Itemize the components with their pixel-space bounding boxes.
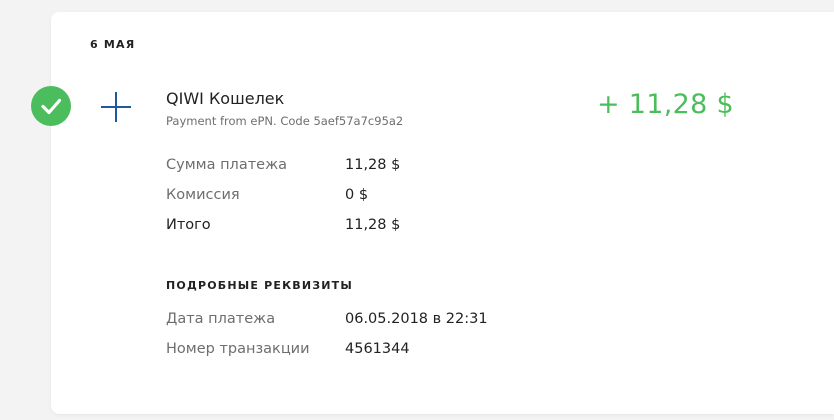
summary-value: 11,28 $ [345, 157, 401, 173]
success-status-badge [31, 86, 71, 126]
plus-icon [101, 92, 131, 122]
details-value: 4561344 [345, 341, 410, 357]
check-icon [41, 98, 62, 115]
details-section-title: ПОДРОБНЫЕ РЕКВИЗИТЫ [166, 279, 353, 292]
provider-name: QIWI Кошелек [166, 89, 285, 108]
summary-label: Сумма платежа [166, 157, 288, 173]
details-label: Номер транзакции [166, 341, 310, 357]
summary-label: Итого [166, 217, 211, 233]
payment-comment: Payment from ePN. Code 5aef57a7c95a2 [166, 114, 404, 128]
details-label: Дата платежа [166, 311, 276, 327]
summary-value: 11,28 $ [345, 217, 401, 233]
date-header: 6 МАЯ [90, 38, 136, 51]
summary-value: 0 $ [345, 187, 369, 203]
details-value: 06.05.2018 в 22:31 [345, 311, 488, 327]
transaction-amount: + 11,28 $ [597, 89, 734, 120]
summary-label: Комиссия [166, 187, 240, 203]
